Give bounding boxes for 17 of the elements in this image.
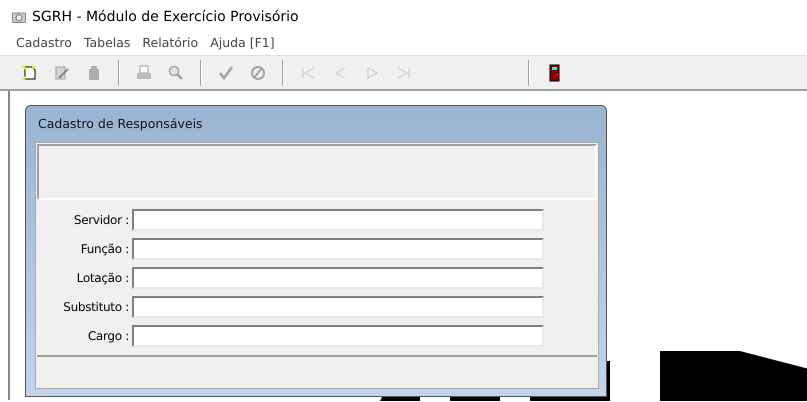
dialog-title: Cadastro de Responsáveis xyxy=(37,114,204,133)
window-title: SGRH - Módulo de Exercício Provisório xyxy=(32,8,299,26)
menu-item[interactable]: Cadastro xyxy=(10,34,78,54)
field-label: Função : xyxy=(80,241,130,258)
camera-icon xyxy=(12,11,26,23)
field-label: Lotação : xyxy=(76,270,130,287)
input-field[interactable] xyxy=(132,296,544,318)
menu-item[interactable]: Relatório xyxy=(136,34,204,54)
menu-item[interactable]: Ajuda [F1] xyxy=(204,34,281,54)
input-field[interactable] xyxy=(132,209,544,231)
input-field[interactable] xyxy=(132,267,544,289)
input-field[interactable] xyxy=(132,325,544,347)
field-label: Substituto : xyxy=(62,299,130,316)
menu-item[interactable]: Tabelas xyxy=(78,34,136,54)
field-label: Servidor : xyxy=(72,212,130,229)
field-label: Cargo : xyxy=(86,328,130,345)
input-field[interactable] xyxy=(132,238,544,260)
